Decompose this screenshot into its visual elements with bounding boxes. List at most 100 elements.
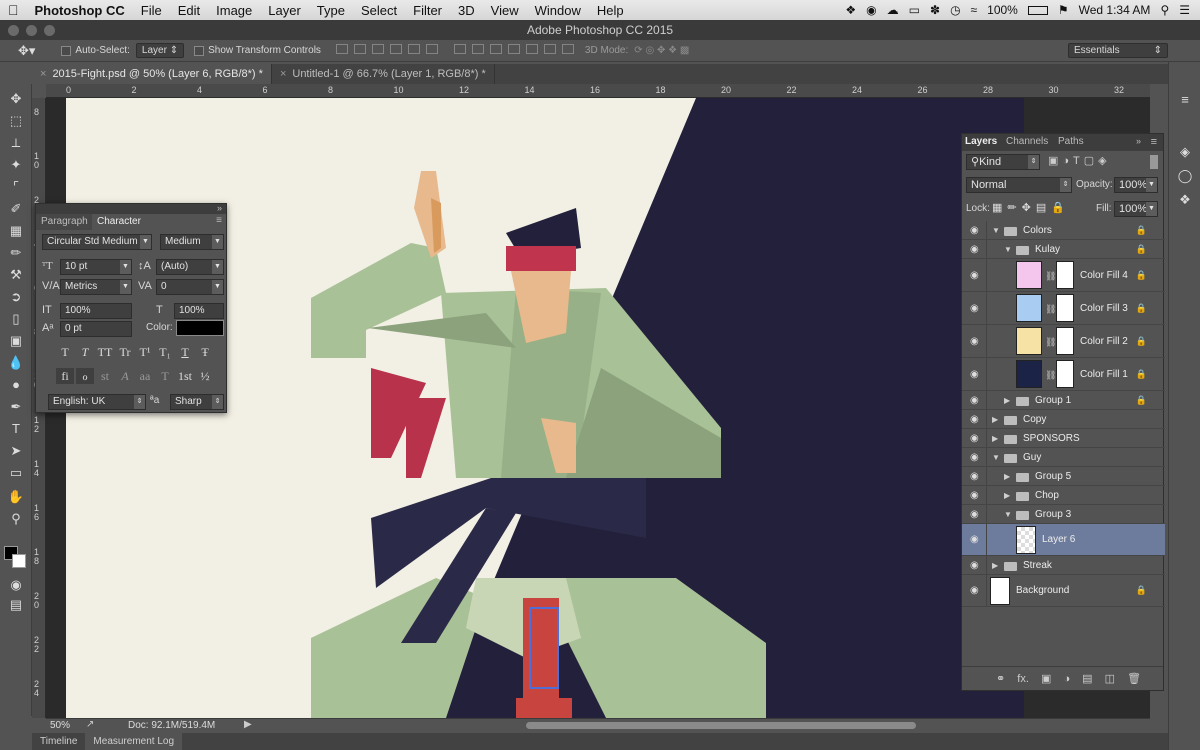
subscript-button[interactable]: T₁ — [156, 344, 174, 360]
layer-mask-thumbnail[interactable] — [1056, 327, 1074, 355]
fractions-button[interactable]: ½ — [196, 368, 214, 384]
airplay-icon[interactable]: ▭ — [909, 3, 920, 17]
mask-link-icon[interactable]: ⛓ — [1045, 304, 1056, 315]
close-tab-icon[interactable]: × — [40, 68, 46, 80]
swash-button[interactable]: A — [116, 368, 134, 384]
layer-row[interactable]: ◉ ▼ Group 3 — [962, 505, 1165, 524]
close-window-button[interactable] — [8, 25, 19, 36]
all-caps-button[interactable]: TT — [96, 344, 114, 360]
path-selection-tool-icon[interactable]: ➤ — [6, 442, 26, 460]
mask-link-icon[interactable]: ⛓ — [1045, 337, 1056, 348]
visibility-eye-icon[interactable]: ◉ — [970, 414, 984, 425]
menu-file[interactable]: File — [133, 3, 170, 18]
layer-row[interactable]: ◉ ▶ Group 5 — [962, 467, 1165, 486]
magic-wand-tool-icon[interactable]: ✦ — [6, 156, 26, 174]
eraser-tool-icon[interactable]: ▯ — [6, 310, 26, 328]
menu-image[interactable]: Image — [208, 3, 260, 18]
visibility-eye-icon[interactable]: ◉ — [970, 395, 984, 406]
layer-row[interactable]: ◉ ▶ SPONSORS — [962, 429, 1165, 448]
panel-menu-icon[interactable]: ≡ — [216, 215, 222, 226]
mask-link-icon[interactable]: ⛓ — [1045, 370, 1056, 381]
app-menu[interactable]: Photoshop CC — [27, 3, 133, 18]
tracking-field[interactable]: 0 ▼ — [156, 279, 224, 295]
distribute-hcenter-icon[interactable] — [525, 44, 538, 54]
menu-filter[interactable]: Filter — [405, 3, 450, 18]
visibility-eye-icon[interactable]: ◉ — [970, 509, 984, 520]
history-brush-tool-icon[interactable]: ➲ — [6, 288, 26, 306]
layer-name[interactable]: SPONSORS — [1023, 433, 1080, 444]
distribute-top-icon[interactable] — [453, 44, 466, 54]
new-layer-icon[interactable]: ◫ — [1105, 673, 1115, 685]
horizontal-ruler[interactable]: 0 2 4 6 8 10 12 14 16 18 20 22 24 26 28 30 32 — [46, 84, 1150, 98]
menu-view[interactable]: View — [483, 3, 527, 18]
collapse-icon[interactable]: » — [217, 203, 222, 213]
expand-arrow-icon[interactable]: ▼ — [992, 226, 1000, 235]
distribute-right-icon[interactable] — [543, 44, 556, 54]
expand-arrow-icon[interactable]: ▼ — [992, 453, 1000, 462]
expand-arrow-icon[interactable]: ▶ — [992, 415, 998, 424]
visibility-eye-icon[interactable]: ◉ — [970, 490, 984, 501]
filter-kind-select[interactable]: ⚲Kind ⇕ — [966, 154, 1040, 170]
layer-row[interactable]: ◉ ⛓ Color Fill 1 🔒 — [962, 358, 1165, 391]
panel-grip[interactable] — [36, 204, 226, 214]
layer-name[interactable]: Color Fill 2 — [1080, 336, 1128, 347]
underline-button[interactable]: T — [176, 344, 194, 360]
tab-timeline[interactable]: Timeline — [32, 733, 85, 750]
layers-icon[interactable]: ◈ — [1175, 144, 1195, 162]
layer-row[interactable]: ◉ ▶ Chop — [962, 486, 1165, 505]
lasso-tool-icon[interactable]: ⟂ — [6, 134, 26, 152]
layer-name[interactable]: Group 1 — [1035, 395, 1071, 406]
mask-link-icon[interactable]: ⛓ — [1045, 271, 1056, 282]
layer-row[interactable]: ◉ Background 🔒 — [962, 575, 1165, 607]
notification-center-icon[interactable]: ☰ — [1179, 3, 1190, 17]
minimize-window-button[interactable] — [26, 25, 37, 36]
strikethrough-button[interactable]: Ŧ — [196, 344, 214, 360]
layer-name[interactable]: Color Fill 3 — [1080, 303, 1128, 314]
expand-arrow-icon[interactable]: ▶ — [992, 561, 998, 570]
dropbox-icon[interactable]: ❖ — [845, 3, 856, 17]
language-select[interactable]: English: UK ⇕ — [48, 394, 146, 410]
fx-icon[interactable]: fx. — [1017, 673, 1029, 685]
visibility-eye-icon[interactable]: ◉ — [970, 303, 984, 314]
apple-icon[interactable]:  — [0, 2, 27, 18]
dodge-tool-icon[interactable]: ● — [6, 376, 26, 394]
doc-tab-fight[interactable]: × 2015-Fight.psd @ 50% (Layer 6, RGB/8*) … — [32, 64, 272, 84]
layer-name[interactable]: Copy — [1023, 414, 1046, 425]
fill-swatch-thumbnail[interactable] — [1016, 261, 1042, 289]
baseline-shift-field[interactable]: 0 pt — [60, 321, 132, 337]
blur-tool-icon[interactable]: 💧 — [6, 354, 26, 372]
layer-name[interactable]: Layer 6 — [1042, 534, 1075, 545]
workspace-switcher[interactable]: Essentials ⇕ — [1068, 43, 1168, 58]
auto-align-icon[interactable] — [561, 44, 574, 54]
tab-character[interactable]: Character — [92, 214, 146, 230]
lock-icons[interactable]: ▦✏✥▤🔒 — [992, 201, 1070, 214]
opacity-field[interactable]: 100% ▼ — [1114, 177, 1158, 193]
align-right-icon[interactable] — [425, 44, 438, 54]
creative-cloud-icon[interactable]: ◉ — [866, 3, 876, 17]
clone-stamp-tool-icon[interactable]: ⚒ — [6, 266, 26, 284]
expand-arrow-icon[interactable]: ▼ — [1004, 245, 1012, 254]
titling-alternates-button[interactable]: aa — [136, 368, 154, 384]
zoom-tool-icon[interactable]: ⚲ — [6, 510, 26, 528]
distribute-left-icon[interactable] — [507, 44, 520, 54]
screen-mode-icon[interactable]: ▤ — [6, 596, 26, 614]
layer-name[interactable]: Group 3 — [1035, 509, 1071, 520]
layer-row[interactable]: ◉ ⛓ Color Fill 3 🔒 — [962, 292, 1165, 325]
visibility-eye-icon[interactable]: ◉ — [970, 369, 984, 380]
time-machine-icon[interactable]: ◷ — [950, 3, 960, 17]
tab-measurement-log[interactable]: Measurement Log — [85, 733, 183, 750]
crop-tool-icon[interactable]: ⌜ — [6, 178, 26, 196]
healing-brush-tool-icon[interactable]: ▦ — [6, 222, 26, 240]
quick-mask-icon[interactable]: ◉ — [6, 576, 26, 594]
new-group-icon[interactable]: ▤ — [1082, 673, 1092, 685]
filter-toggle[interactable] — [1150, 155, 1158, 169]
export-icon[interactable]: ↗ — [86, 719, 94, 730]
input-flag-icon[interactable]: ⚑ — [1058, 3, 1069, 17]
adjustment-layer-icon[interactable]: ◑ — [1063, 673, 1070, 685]
hand-tool-icon[interactable]: ✋ — [6, 488, 26, 506]
add-mask-icon[interactable]: ▣ — [1041, 673, 1051, 685]
layer-row[interactable]: ◉ ⛓ Color Fill 4 🔒 — [962, 259, 1165, 292]
rectangle-tool-icon[interactable]: ▭ — [6, 464, 26, 482]
kerning-field[interactable]: Metrics ▼ — [60, 279, 132, 295]
horizontal-scrollbar[interactable] — [526, 722, 916, 729]
